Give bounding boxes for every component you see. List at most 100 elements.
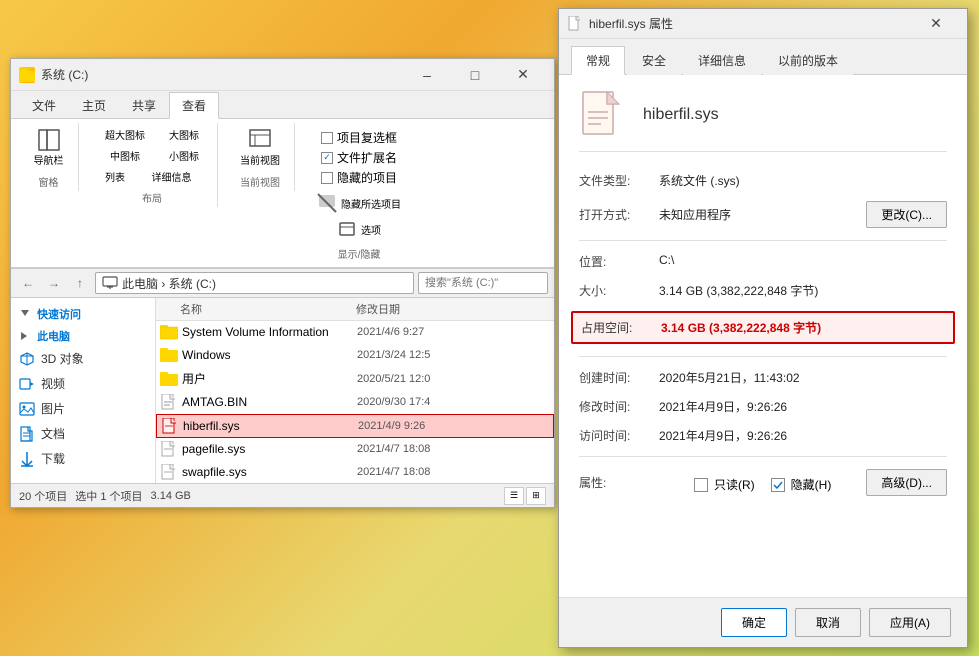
sidebar-this-pc[interactable]: 此电脑 bbox=[11, 324, 155, 346]
ribbon-section-layout: 超大图标 大图标 中图标 小图标 bbox=[87, 123, 218, 207]
options-btn[interactable]: 选项 bbox=[331, 216, 387, 242]
large-label: 大图标 bbox=[169, 127, 199, 142]
currentview-items: 当前视图 bbox=[234, 125, 286, 170]
openmethod-label: 打开方式: bbox=[579, 206, 659, 223]
hide-selected-btn[interactable]: 隐藏所选项目 bbox=[311, 190, 407, 216]
sidebar-3d-objects[interactable]: 3D 对象 bbox=[11, 346, 155, 371]
status-count: 20 个项目 bbox=[19, 488, 67, 504]
back-button[interactable]: ← bbox=[17, 272, 39, 294]
extra-large-label: 超大图标 bbox=[105, 127, 145, 142]
sidebar-pictures[interactable]: 图片 bbox=[11, 396, 155, 421]
current-view-button[interactable]: 当前视图 bbox=[234, 125, 286, 170]
current-view-icon bbox=[248, 128, 272, 152]
downloads-label: 下载 bbox=[41, 450, 65, 467]
change-button[interactable]: 更改(C)... bbox=[866, 201, 947, 228]
item-checkbox-hidden[interactable] bbox=[321, 172, 333, 184]
file-row-hiberfil[interactable]: hiberfil.sys 2021/4/9 9:26 bbox=[156, 414, 554, 438]
file-row-swapfile[interactable]: swapfile.sys 2021/4/7 18:08 bbox=[156, 461, 554, 483]
folder-icon-users bbox=[160, 371, 178, 387]
nav-pane-label: 导航栏 bbox=[34, 152, 64, 167]
sidebar-downloads[interactable]: 下载 bbox=[11, 446, 155, 471]
up-button[interactable]: ↑ bbox=[69, 272, 91, 294]
hide-icon bbox=[317, 193, 337, 213]
sidebar-videos[interactable]: 视频 bbox=[11, 371, 155, 396]
explorer-title-icon bbox=[19, 67, 35, 83]
checkmark-icon bbox=[773, 480, 783, 490]
minimize-button[interactable]: – bbox=[404, 61, 450, 89]
detail-btn[interactable]: 详细信息 bbox=[139, 167, 204, 186]
status-size: 3.14 GB bbox=[151, 490, 191, 502]
props-tab-security[interactable]: 安全 bbox=[627, 46, 681, 75]
props-tab-general[interactable]: 常规 bbox=[571, 46, 625, 75]
list-btn[interactable]: 列表 bbox=[95, 167, 135, 186]
file-row-users[interactable]: 用户 2020/5/21 12:0 bbox=[156, 367, 554, 391]
accessed-label: 访问时间: bbox=[579, 427, 659, 444]
tab-share[interactable]: 共享 bbox=[119, 92, 169, 119]
cancel-button[interactable]: 取消 bbox=[795, 608, 861, 637]
props-body: hiberfil.sys 文件类型: 系统文件 (.sys) 打开方式: 未知应… bbox=[559, 75, 967, 597]
view-buttons: ☰ ⊞ bbox=[504, 487, 546, 505]
file-list: 名称 修改日期 System Volume Information 2021/4… bbox=[156, 298, 554, 483]
attr-hidden[interactable]: 隐藏(H) bbox=[771, 476, 832, 493]
large-btn[interactable]: 大图标 bbox=[159, 125, 209, 144]
props-tab-details[interactable]: 详细信息 bbox=[683, 46, 761, 75]
checkbox-ext-label: 文件扩展名 bbox=[337, 149, 397, 166]
extra-large-btn[interactable]: 超大图标 bbox=[95, 125, 155, 144]
address-box[interactable]: 此电脑 › 系统 (C:) bbox=[95, 272, 414, 294]
item-checkbox-select[interactable] bbox=[321, 132, 333, 144]
props-divider-1 bbox=[579, 240, 947, 241]
hidden-label: 隐藏(H) bbox=[791, 476, 832, 493]
tab-file[interactable]: 文件 bbox=[19, 92, 69, 119]
search-input[interactable] bbox=[418, 272, 548, 294]
folder-icon-svi bbox=[160, 324, 178, 340]
readonly-checkbox[interactable] bbox=[694, 478, 708, 492]
tab-home[interactable]: 主页 bbox=[69, 92, 119, 119]
window-controls: – □ ✕ bbox=[404, 61, 546, 89]
props-window-controls: ✕ bbox=[913, 10, 959, 38]
nav-pane-button[interactable]: 导航栏 bbox=[28, 125, 70, 170]
props-row-openmethod: 打开方式: 未知应用程序 更改(C)... bbox=[579, 201, 947, 228]
tab-view[interactable]: 查看 bbox=[169, 92, 219, 119]
forward-button[interactable]: → bbox=[43, 272, 65, 294]
3d-objects-label: 3D 对象 bbox=[41, 350, 84, 367]
file-date-swapfile: 2021/4/7 18:08 bbox=[357, 466, 550, 478]
list-label: 列表 bbox=[105, 169, 125, 184]
sidebar-quick-access[interactable]: 快速访问 bbox=[11, 302, 155, 324]
file-row-svi[interactable]: System Volume Information 2021/4/6 9:27 bbox=[156, 321, 554, 344]
apply-button[interactable]: 应用(A) bbox=[869, 608, 951, 637]
checkbox-item-hidden[interactable]: 隐藏的项目 bbox=[321, 169, 397, 186]
file-row-pagefile[interactable]: pagefile.sys 2021/4/7 18:08 bbox=[156, 438, 554, 461]
file-name-hiberfil: hiberfil.sys bbox=[183, 419, 358, 433]
size-value: 3.14 GB (3,382,222,848 字节) bbox=[659, 282, 947, 299]
options-label: 选项 bbox=[361, 222, 381, 237]
modified-value: 2021年4月9日，9:26:26 bbox=[659, 398, 947, 415]
props-close-button[interactable]: ✕ bbox=[913, 10, 959, 38]
advanced-button[interactable]: 高级(D)... bbox=[866, 469, 947, 496]
maximize-button[interactable]: □ bbox=[452, 61, 498, 89]
ribbon-content: 导航栏 窗格 超大图标 大图标 bbox=[11, 119, 554, 268]
props-file-icon bbox=[579, 91, 627, 139]
checkbox-item-ext[interactable]: 文件扩展名 bbox=[321, 149, 397, 166]
attr-readonly[interactable]: 只读(R) bbox=[694, 476, 755, 493]
col-date-header[interactable]: 修改日期 bbox=[356, 301, 554, 317]
showhide-label: 显示/隐藏 bbox=[338, 246, 381, 261]
documents-label: 文档 bbox=[41, 425, 65, 442]
medium-btn[interactable]: 中图标 bbox=[95, 146, 155, 165]
grid-view-btn[interactable]: ⊞ bbox=[526, 487, 546, 505]
document-icon bbox=[19, 426, 35, 442]
folder-icon-windows bbox=[160, 347, 178, 363]
file-row-windows[interactable]: Windows 2021/3/24 12:5 bbox=[156, 344, 554, 367]
checkbox-item-select[interactable]: 项目复选框 bbox=[321, 129, 397, 146]
small-btn[interactable]: 小图标 bbox=[159, 146, 209, 165]
col-name-header[interactable]: 名称 bbox=[156, 301, 356, 317]
list-view-btn[interactable]: ☰ bbox=[504, 487, 524, 505]
props-footer: 确定 取消 应用(A) bbox=[559, 597, 967, 647]
close-button[interactable]: ✕ bbox=[500, 61, 546, 89]
file-row-amtag[interactable]: AMTAG.BIN 2020/9/30 17:4 bbox=[156, 391, 554, 414]
ok-button[interactable]: 确定 bbox=[721, 608, 787, 637]
sidebar-documents[interactable]: 文档 bbox=[11, 421, 155, 446]
props-tab-versions[interactable]: 以前的版本 bbox=[763, 46, 853, 75]
hidden-checkbox[interactable] bbox=[771, 478, 785, 492]
item-checkbox-ext[interactable] bbox=[321, 152, 333, 164]
sys-file-icon-swapfile bbox=[160, 464, 178, 480]
